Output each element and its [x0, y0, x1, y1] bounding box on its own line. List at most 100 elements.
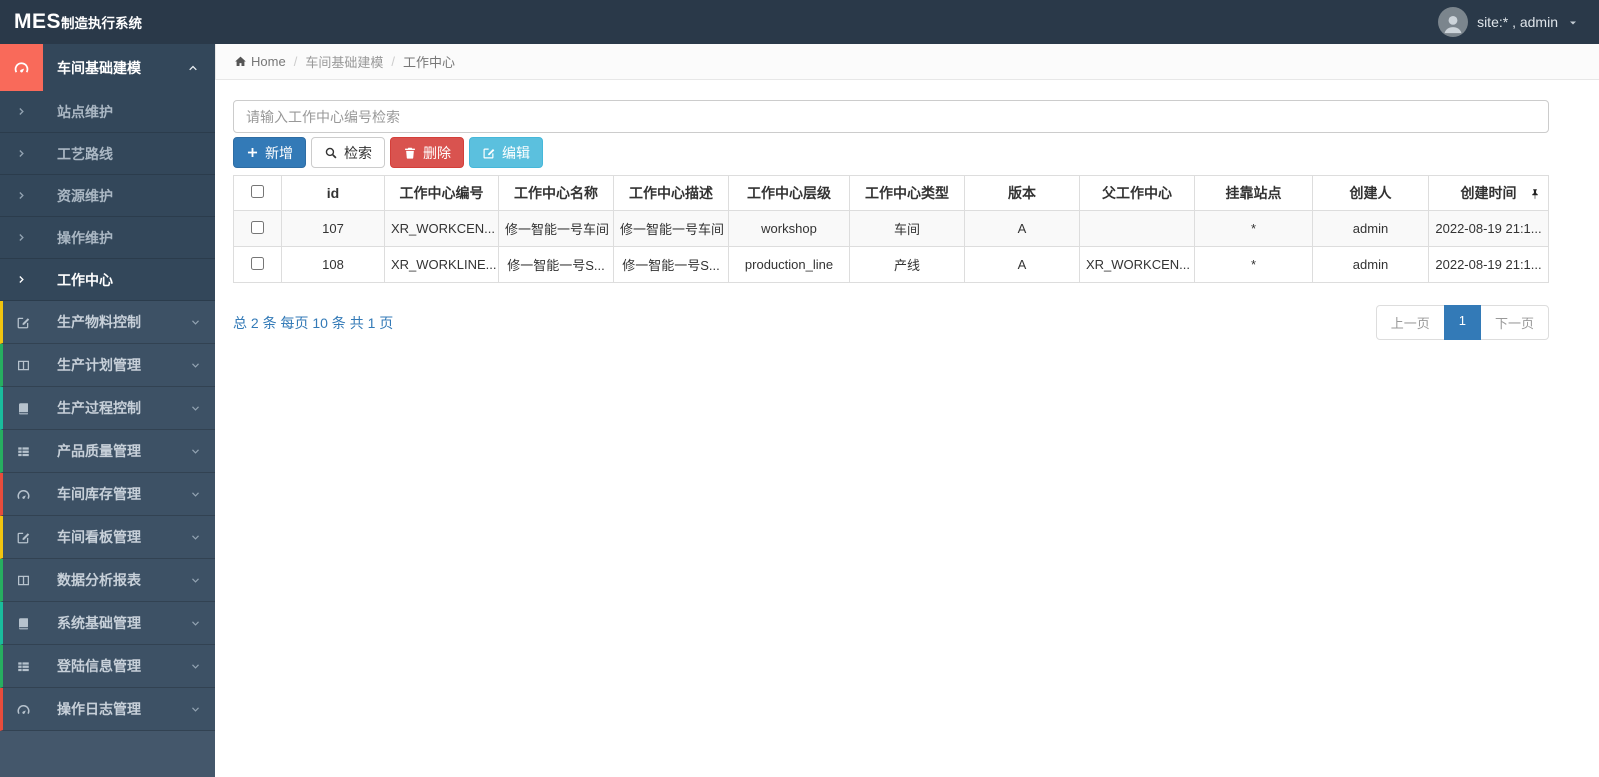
sidebar-item-system-basic-management[interactable]: 系统基础管理	[0, 602, 215, 645]
pagination: 上一页 1 下一页	[1375, 305, 1549, 340]
breadcrumb-separator: /	[293, 54, 298, 69]
sidebar-item-product-quality-management[interactable]: 产品质量管理	[0, 430, 215, 473]
select-all-checkbox[interactable]	[251, 185, 264, 198]
table-footer: 总 2 条 每页 10 条 共 1 页 上一页 1 下一页	[233, 305, 1549, 340]
chevron-down-icon	[190, 489, 215, 500]
column-header-created: 创建时间	[1428, 175, 1549, 211]
user-menu[interactable]: site:* , admin	[1438, 7, 1599, 37]
sidebar-item-operation-maintenance[interactable]: 操作维护	[0, 217, 215, 259]
columns-icon	[3, 358, 43, 373]
row-select-cell	[233, 210, 282, 247]
list-icon	[3, 659, 43, 674]
column-header-created-label: 创建时间	[1460, 185, 1517, 201]
search-input[interactable]	[233, 100, 1549, 133]
sidebar-item-resource-maintenance[interactable]: 资源维护	[0, 175, 215, 217]
topbar: MES 制造执行系统 site:* , admin	[0, 0, 1599, 44]
work-center-panel: 新增 检索 删除 编辑	[215, 80, 1599, 358]
breadcrumb-home-link[interactable]: Home	[234, 54, 286, 69]
chevron-down-icon	[190, 618, 215, 629]
cell-name: 修一智能一号S...	[498, 246, 614, 283]
cell-id: 107	[281, 210, 385, 247]
search-button[interactable]: 检索	[311, 137, 385, 168]
caret-down-icon	[1567, 14, 1579, 30]
sidebar-item-production-process-control[interactable]: 生产过程控制	[0, 387, 215, 430]
cell-creator: admin	[1312, 210, 1429, 247]
cell-desc: 修一智能一号车间	[613, 210, 729, 247]
book-icon	[3, 401, 43, 416]
sidebar-item-workshop-inventory-management[interactable]: 车间库存管理	[0, 473, 215, 516]
breadcrumb-item-work-center: 工作中心	[402, 55, 455, 70]
pin-icon[interactable]	[1529, 185, 1541, 201]
chevron-down-icon	[190, 360, 215, 371]
sidebar-group-label: 车间基础建模	[57, 59, 141, 76]
add-button[interactable]: 新增	[233, 137, 306, 168]
sidebar-item-process-route[interactable]: 工艺路线	[0, 133, 215, 175]
sidebar-item-production-plan-management[interactable]: 生产计划管理	[0, 344, 215, 387]
delete-button[interactable]: 删除	[390, 137, 464, 168]
cell-created: 2022-08-19 21:1...	[1428, 246, 1549, 283]
column-header-name: 工作中心名称	[498, 175, 614, 211]
column-header-version: 版本	[964, 175, 1080, 211]
sidebar-item-operation-log-management[interactable]: 操作日志管理	[0, 688, 215, 731]
work-center-table: id 工作中心编号 工作中心名称 工作中心描述 工作中心层级 工作中心类型 版本…	[233, 175, 1549, 283]
sidebar-item-workshop-kanban-management[interactable]: 车间看板管理	[0, 516, 215, 559]
row-select-checkbox[interactable]	[251, 256, 264, 270]
sidebar-item-label: 操作日志管理	[57, 701, 141, 717]
sidebar-item-production-material-control[interactable]: 生产物料控制	[0, 301, 215, 344]
column-header-code: 工作中心编号	[384, 175, 499, 211]
page-1-button[interactable]: 1	[1443, 305, 1481, 340]
sidebar-item-label: 工艺路线	[57, 145, 113, 162]
edit-button[interactable]: 编辑	[469, 137, 543, 168]
cell-parent	[1079, 210, 1195, 247]
sidebar-item-data-analysis-report[interactable]: 数据分析报表	[0, 559, 215, 602]
table-row[interactable]: 108 XR_WORKLINE... 修一智能一号S... 修一智能一号S...…	[233, 246, 1549, 283]
avatar	[1438, 7, 1469, 37]
edit-icon	[482, 146, 496, 160]
cell-id: 108	[281, 246, 385, 283]
sidebar-group-workshop-modeling[interactable]: 车间基础建模	[0, 44, 215, 91]
columns-icon	[3, 573, 43, 588]
sidebar-item-work-center[interactable]: 工作中心	[0, 259, 215, 301]
trash-icon	[403, 146, 417, 160]
cell-version: A	[964, 210, 1080, 247]
cell-creator: admin	[1312, 246, 1429, 283]
cell-created: 2022-08-19 21:1...	[1428, 210, 1549, 247]
logo-text-main: MES	[14, 10, 62, 33]
next-page-button[interactable]: 下一页	[1479, 305, 1549, 340]
gauge-icon	[0, 44, 43, 91]
breadcrumb: Home / 车间基础建模 / 工作中心	[215, 44, 1599, 80]
sidebar-item-label: 登陆信息管理	[57, 658, 141, 674]
sidebar-item-label: 操作维护	[57, 229, 113, 246]
chevron-down-icon	[190, 446, 215, 457]
cell-parent: XR_WORKCEN...	[1079, 246, 1195, 283]
sidebar-item-label: 车间库存管理	[57, 486, 141, 502]
pencil-square-icon	[3, 530, 43, 545]
sidebar: 车间基础建模 站点维护 工艺路线 资源维护 操作维护 工作中心 生产物料控制 生…	[0, 44, 215, 777]
row-select-checkbox[interactable]	[251, 220, 264, 234]
cell-name: 修一智能一号车间	[498, 210, 614, 247]
search-button-label: 检索	[344, 144, 372, 161]
table-row[interactable]: 107 XR_WORKCEN... 修一智能一号车间 修一智能一号车间 work…	[233, 210, 1549, 247]
column-header-id: id	[281, 175, 385, 211]
cell-level: workshop	[728, 210, 850, 247]
sidebar-item-station-maintenance[interactable]: 站点维护	[0, 91, 215, 133]
breadcrumb-item-workshop-modeling[interactable]: 车间基础建模	[305, 52, 383, 71]
breadcrumb-separator: /	[391, 54, 395, 69]
gauge-icon	[3, 702, 43, 717]
cell-desc: 修一智能一号S...	[613, 246, 729, 283]
column-header-desc: 工作中心描述	[613, 175, 729, 211]
record-summary: 总 2 条 每页 10 条 共 1 页	[233, 314, 394, 331]
chevron-down-icon	[190, 704, 215, 715]
chevron-down-icon	[190, 403, 215, 414]
sidebar-item-label: 车间看板管理	[57, 529, 141, 545]
sidebar-item-login-info-management[interactable]: 登陆信息管理	[0, 645, 215, 688]
prev-page-button[interactable]: 上一页	[1375, 305, 1445, 340]
sidebar-item-label: 生产过程控制	[57, 400, 141, 416]
cell-type: 车间	[849, 210, 965, 247]
main-content: Home / 车间基础建模 / 工作中心 新增 检索 删除	[215, 44, 1599, 777]
user-label: site:* , admin	[1477, 14, 1558, 30]
chevron-down-icon	[190, 661, 215, 672]
cell-version: A	[964, 246, 1080, 283]
delete-button-label: 删除	[423, 144, 451, 161]
cell-type: 产线	[849, 246, 965, 283]
